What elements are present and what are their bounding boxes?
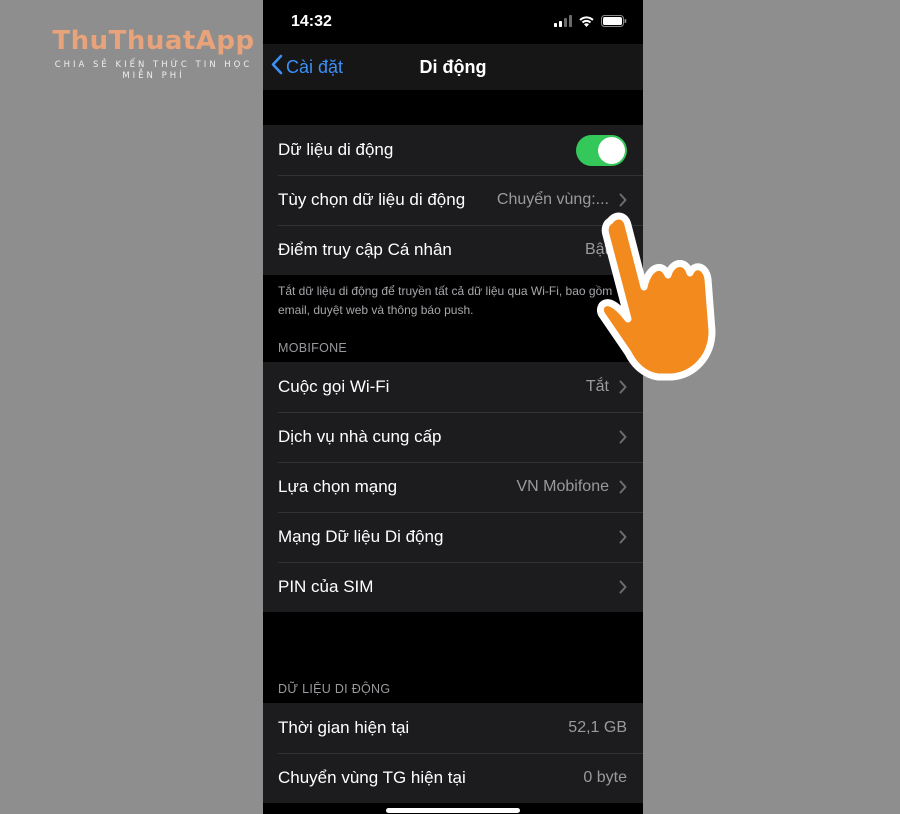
row-label: Mạng Dữ liệu Di động xyxy=(278,527,444,546)
cellular-data-network-row[interactable]: Mạng Dữ liệu Di động xyxy=(263,512,643,562)
section-header-cellular-data: DỮ LIỆU DI ĐỘNG xyxy=(278,682,391,696)
cellular-data-options-row[interactable]: Tùy chọn dữ liệu di động Chuyển vùng:... xyxy=(263,175,643,225)
navigation-bar: Cài đặt Di động xyxy=(263,44,643,90)
wifi-calling-row[interactable]: Cuộc gọi Wi-Fi Tắt xyxy=(263,362,643,412)
network-selection-row[interactable]: Lựa chọn mạng VN Mobifone xyxy=(263,462,643,512)
carrier-services-row[interactable]: Dịch vụ nhà cung cấp xyxy=(263,412,643,462)
status-time: 14:32 xyxy=(291,13,332,30)
battery-icon xyxy=(601,14,627,32)
watermark-tagline: CHIA SẺ KIẾN THỨC TIN HỌC xyxy=(54,60,253,70)
row-label: Điểm truy cập Cá nhân xyxy=(278,240,452,259)
pointing-hand-icon xyxy=(596,205,721,390)
chevron-right-icon xyxy=(619,480,627,494)
row-label: Dịch vụ nhà cung cấp xyxy=(278,427,442,446)
row-label: Thời gian hiện tại xyxy=(278,718,410,737)
row-value: Chuyển vùng:... xyxy=(496,191,609,208)
current-roaming-row: Chuyển vùng TG hiện tại 0 byte xyxy=(263,753,643,803)
usage-group: Thời gian hiện tại 52,1 GB Chuyển vùng T… xyxy=(263,703,643,803)
row-label: Lựa chọn mạng xyxy=(278,477,398,496)
watermark-tagline-2: MIỄN PHÍ xyxy=(122,71,185,81)
cellular-data-footnote: Tắt dữ liệu di động để truyền tất cả dữ … xyxy=(278,284,613,317)
cellular-data-row: Dữ liệu di động xyxy=(263,125,643,175)
toggle-knob xyxy=(598,136,625,164)
row-label: Dữ liệu di động xyxy=(278,140,394,159)
row-label: Chuyển vùng TG hiện tại xyxy=(278,768,466,787)
watermark-logo: ThuThuatApp xyxy=(52,26,255,56)
status-icons xyxy=(554,14,627,32)
current-period-row: Thời gian hiện tại 52,1 GB xyxy=(263,703,643,753)
row-label: PIN của SIM xyxy=(278,577,374,596)
row-value: 0 byte xyxy=(583,769,627,786)
cellular-data-toggle[interactable] xyxy=(576,134,627,166)
carrier-settings-group: Cuộc gọi Wi-Fi Tắt Dịch vụ nhà cung cấp … xyxy=(263,362,643,612)
watermark: ThuThuatApp CHIA SẺ KIẾN THỨC TIN HỌC MI… xyxy=(46,24,261,82)
cellular-signal-icon xyxy=(554,14,572,32)
status-bar: 14:32 xyxy=(263,0,643,44)
page-title: Di động xyxy=(419,57,487,77)
chevron-right-icon xyxy=(619,430,627,444)
row-value: 52,1 GB xyxy=(568,719,627,736)
sim-pin-row[interactable]: PIN của SIM xyxy=(263,562,643,612)
wifi-icon xyxy=(578,14,595,32)
row-label: Tùy chọn dữ liệu di động xyxy=(278,190,466,209)
row-label: Cuộc gọi Wi-Fi xyxy=(278,377,390,396)
section-header-mobifone: MOBIFONE xyxy=(278,341,348,355)
row-value: VN Mobifone xyxy=(516,478,610,495)
chevron-right-icon xyxy=(619,580,627,594)
personal-hotspot-row[interactable]: Điểm truy cập Cá nhân Bật xyxy=(263,225,643,275)
cellular-settings-group: Dữ liệu di động Tùy chọn dữ liệu di động… xyxy=(263,125,643,275)
home-indicator xyxy=(386,808,520,813)
chevron-right-icon xyxy=(619,530,627,544)
phone-screen: 14:32 Cài đặt Di động Dữ liệu di động Tù… xyxy=(263,0,643,814)
